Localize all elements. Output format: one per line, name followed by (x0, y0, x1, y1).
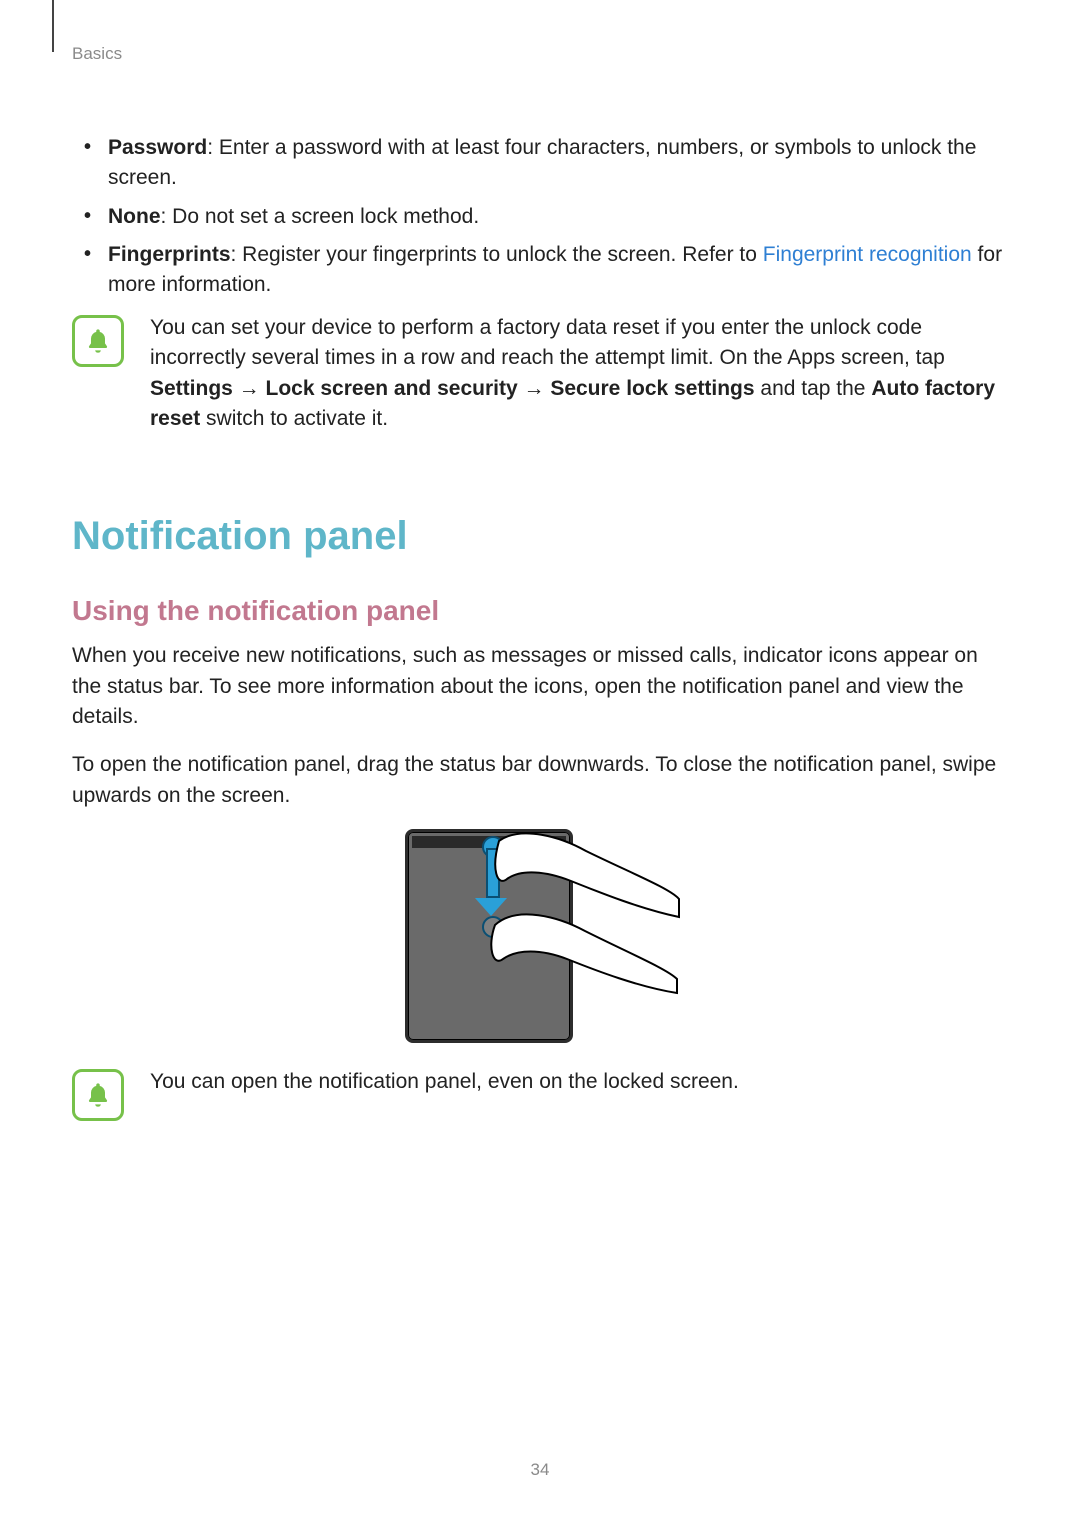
note1-lockscreen: Lock screen and security (266, 377, 518, 400)
note-locked-screen-body: You can open the notification panel, eve… (150, 1067, 1008, 1097)
device-frame: 10:00 (405, 829, 573, 1043)
password-text: : Enter a password with at least four ch… (108, 136, 976, 189)
list-item-none: None: Do not set a screen lock method. (72, 202, 1008, 232)
list-item-fingerprints: Fingerprints: Register your fingerprints… (72, 240, 1008, 301)
statusbar-time: 10:00 (542, 838, 560, 847)
note-factory-reset-body: You can set your device to perform a fac… (150, 313, 1008, 435)
note1-before: You can set your device to perform a fac… (150, 316, 945, 369)
touch-point-end (482, 916, 504, 938)
fingerprint-recognition-link[interactable]: Fingerprint recognition (763, 243, 972, 266)
note1-arrow2: → (518, 377, 551, 400)
fingerprints-label: Fingerprints (108, 243, 231, 266)
note1-settings: Settings (150, 377, 233, 400)
subsection-title: Using the notification panel (72, 591, 1008, 632)
lock-method-list: Password: Enter a password with at least… (72, 133, 1008, 301)
page-number: 34 (0, 1458, 1080, 1483)
note1-after: switch to activate it. (200, 407, 388, 430)
password-label: Password (108, 136, 207, 159)
body-paragraph-1: When you receive new notifications, such… (72, 641, 1008, 732)
header-rule (52, 0, 54, 52)
bell-icon (72, 1069, 124, 1121)
note-locked-screen: You can open the notification panel, eve… (72, 1067, 1008, 1121)
swipe-down-figure: 10:00 (72, 829, 1008, 1041)
battery-icon (531, 839, 538, 846)
section-title: Notification panel (72, 507, 1008, 565)
none-text: : Do not set a screen lock method. (161, 205, 480, 228)
note-factory-reset: You can set your device to perform a fac… (72, 313, 1008, 435)
running-head: Basics (72, 42, 1008, 67)
note1-tap-and: and tap the (755, 377, 872, 400)
body-paragraph-2: To open the notification panel, drag the… (72, 750, 1008, 811)
note1-arrow1: → (233, 377, 266, 400)
note2-text: You can open the notification panel, eve… (150, 1070, 739, 1093)
fingerprints-text-before: : Register your fingerprints to unlock t… (231, 243, 763, 266)
swipe-down-arrow-icon (486, 848, 507, 916)
bell-icon (72, 315, 124, 367)
none-label: None (108, 205, 161, 228)
list-item-password: Password: Enter a password with at least… (72, 133, 1008, 194)
note1-securelock: Secure lock settings (550, 377, 754, 400)
